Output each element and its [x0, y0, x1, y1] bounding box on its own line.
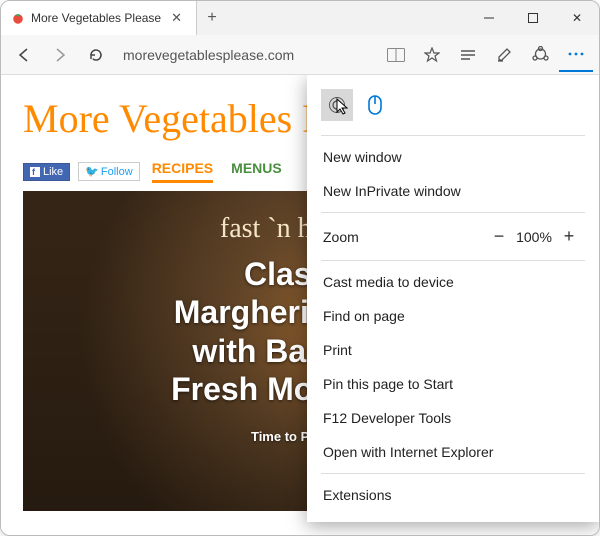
fb-like-label: Like — [43, 166, 63, 178]
facebook-like-button[interactable]: f Like — [23, 163, 70, 181]
reading-view-button[interactable] — [379, 38, 413, 72]
facebook-icon: f — [30, 167, 40, 177]
toolbar: morevegetablesplease.com — [1, 35, 599, 75]
web-note-button[interactable] — [487, 38, 521, 72]
refresh-button[interactable] — [79, 38, 113, 72]
nav-menus[interactable]: MENUS — [231, 160, 282, 183]
address-bar[interactable]: morevegetablesplease.com — [115, 47, 377, 63]
favicon-tomato-icon — [11, 11, 25, 25]
menu-zoom-row: Zoom − 100% + — [307, 217, 599, 256]
menu-new-inprivate[interactable]: New InPrivate window — [307, 174, 599, 208]
browser-window: More Vegetables Please ✕ + ✕ morevegetab… — [0, 0, 600, 536]
forward-button[interactable] — [43, 38, 77, 72]
zoom-in-button[interactable]: + — [555, 226, 583, 247]
maximize-button[interactable] — [511, 1, 555, 35]
mouse-mode-button[interactable] — [359, 89, 391, 121]
zoom-label: Zoom — [323, 229, 485, 245]
tab-title: More Vegetables Please — [31, 11, 161, 25]
menu-new-window[interactable]: New window — [307, 140, 599, 174]
menu-open-ie[interactable]: Open with Internet Explorer — [307, 435, 599, 469]
hub-button[interactable] — [451, 38, 485, 72]
twitter-follow-button[interactable]: 🐦 Follow — [78, 162, 140, 181]
close-window-button[interactable]: ✕ — [555, 1, 599, 35]
browser-tab[interactable]: More Vegetables Please ✕ — [1, 1, 197, 35]
more-button[interactable] — [559, 38, 593, 72]
touch-mode-button[interactable] — [321, 89, 353, 121]
tw-follow-label: Follow — [101, 166, 133, 178]
zoom-value: 100% — [513, 229, 555, 245]
viewport: More Vegetables Please f Like 🐦 Follow R… — [1, 75, 599, 536]
nav-recipes[interactable]: RECIPES — [152, 160, 213, 183]
menu-cast[interactable]: Cast media to device — [307, 265, 599, 299]
menu-find[interactable]: Find on page — [307, 299, 599, 333]
new-tab-button[interactable]: + — [197, 1, 227, 35]
site-nav: RECIPES MENUS — [152, 160, 282, 183]
window-controls: ✕ — [467, 1, 599, 35]
twitter-icon: 🐦 — [85, 165, 99, 178]
menu-pin[interactable]: Pin this page to Start — [307, 367, 599, 401]
minimize-button[interactable] — [467, 1, 511, 35]
favorite-button[interactable] — [415, 38, 449, 72]
zoom-out-button[interactable]: − — [485, 226, 513, 247]
back-button[interactable] — [7, 38, 41, 72]
settings-menu: New window New InPrivate window Zoom − 1… — [307, 75, 599, 522]
titlebar: More Vegetables Please ✕ + ✕ — [1, 1, 599, 35]
tab-close-button[interactable]: ✕ — [167, 10, 186, 26]
share-button[interactable] — [523, 38, 557, 72]
menu-devtools[interactable]: F12 Developer Tools — [307, 401, 599, 435]
menu-extensions[interactable]: Extensions — [307, 478, 599, 512]
menu-print[interactable]: Print — [307, 333, 599, 367]
